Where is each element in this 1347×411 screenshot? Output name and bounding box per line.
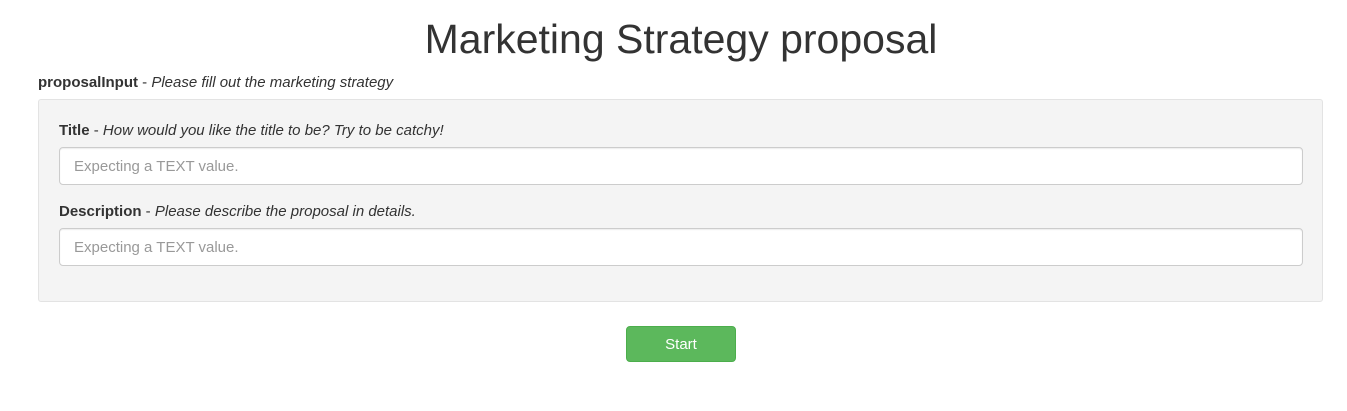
section-description: Please fill out the marketing strategy	[151, 74, 394, 91]
section-name: proposalInput	[38, 74, 138, 91]
page-title: Marketing Strategy proposal	[424, 16, 938, 62]
title-field-name: Title	[59, 122, 90, 139]
description-field-description: Please describe the proposal in details.	[154, 203, 416, 220]
start-button[interactable]: Start	[626, 326, 736, 362]
section-separator: -	[138, 74, 152, 91]
description-field-separator: -	[141, 203, 155, 220]
description-field-name: Description	[59, 203, 142, 220]
title-field-description: How would you like the title to be? Try …	[102, 122, 444, 139]
section-label: proposalInput - Please fill out the mark…	[38, 74, 393, 92]
title-input[interactable]	[59, 147, 1303, 185]
title-field-separator: -	[89, 122, 103, 139]
proposal-input-panel: Title - How would you like the title to …	[38, 99, 1323, 302]
title-field-label: Title - How would you like the title to …	[59, 122, 444, 140]
description-input[interactable]	[59, 228, 1303, 266]
description-field-label: Description - Please describe the propos…	[59, 203, 416, 221]
